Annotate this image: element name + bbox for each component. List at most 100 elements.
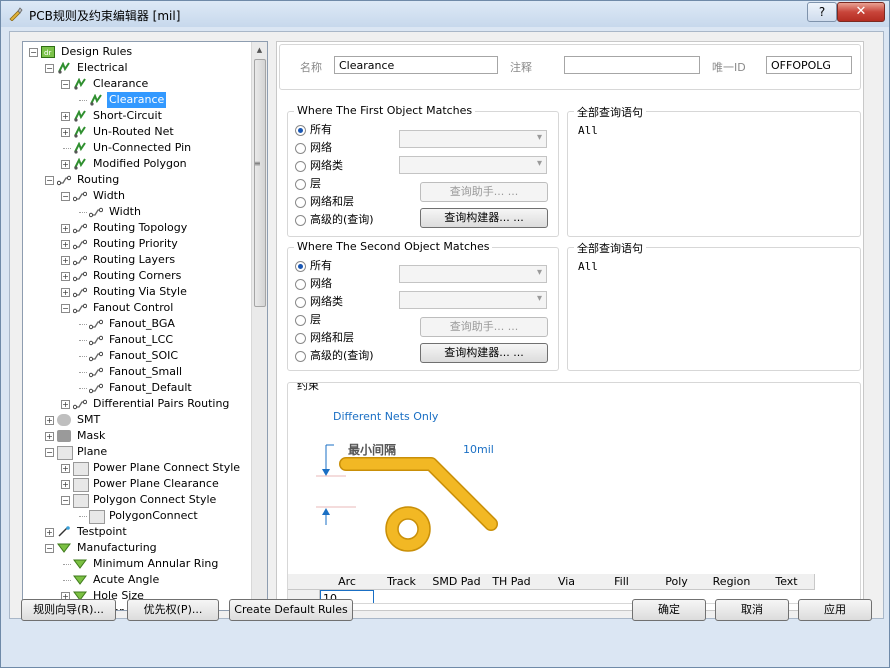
collapse-icon[interactable]: − <box>45 64 54 73</box>
title-bar[interactable]: PCB规则及约束编辑器 [mil] ? ✕ <box>1 1 889 27</box>
tree-node-label: Width <box>93 189 125 202</box>
first-query-builder-button[interactable]: 查询构建器... ... <box>420 208 548 228</box>
expand-icon[interactable]: + <box>45 416 54 425</box>
radio-dot-icon <box>295 125 306 136</box>
expand-icon[interactable]: + <box>61 160 70 169</box>
fanout-control-icon <box>72 302 88 314</box>
routing-via-style-icon <box>72 286 88 298</box>
testpoint-icon <box>57 526 71 538</box>
tree-node-label: Fanout_LCC <box>109 333 174 346</box>
rules-tree-items: − dr Design Rules − Electrical − Clearance Clea… <box>23 42 251 610</box>
create-default-rules-button[interactable]: Create Default Rules <box>229 599 353 621</box>
svg-text:dr: dr <box>44 49 51 57</box>
close-button[interactable]: ✕ <box>837 2 885 22</box>
routing-corners-icon <box>72 270 88 282</box>
tree-scrollbar[interactable]: ▲ ≡ ▼ <box>251 42 267 610</box>
collapse-icon[interactable]: − <box>61 304 70 313</box>
app-icon <box>9 7 23 21</box>
unrouted-net-icon <box>73 125 87 138</box>
ok-button[interactable]: 确定 <box>632 599 706 621</box>
apply-button[interactable]: 应用 <box>798 599 872 621</box>
tree-connector <box>79 340 87 341</box>
tree-node-label: Power Plane Clearance <box>93 477 219 490</box>
collapse-icon[interactable]: − <box>61 496 70 505</box>
second-query-group: 全部查询语句 All <box>567 240 861 371</box>
tree-node-label: Width <box>109 205 141 218</box>
first-query-helper-button: 查询助手... ... <box>420 182 548 202</box>
rule-wizard-button[interactable]: 规则向导(R)... <box>21 599 116 621</box>
unique-id-label: 唯一ID <box>712 61 746 74</box>
radio-dot-icon <box>295 351 306 362</box>
tree-node-label: Un-Routed Net <box>93 125 174 138</box>
help-button[interactable]: ? <box>807 2 837 22</box>
radio-label: 高级的(查询) <box>310 213 374 226</box>
expand-icon[interactable]: + <box>61 288 70 297</box>
expand-icon[interactable]: + <box>61 480 70 489</box>
second-query-builder-button[interactable]: 查询构建器... ... <box>420 343 548 363</box>
tree-connector <box>79 372 87 373</box>
scroll-up-arrow-icon[interactable]: ▲ <box>252 42 267 58</box>
collapse-icon[interactable]: − <box>29 48 38 57</box>
expand-icon[interactable]: + <box>61 240 70 249</box>
smt-icon <box>57 414 71 426</box>
tree-node-label: Short-Circuit <box>93 109 162 122</box>
radio-dot-icon <box>295 215 306 226</box>
radio-label: 网络类 <box>310 159 343 172</box>
tree-node-label: Clearance <box>93 77 149 90</box>
tree-node-label: Power Plane Connect Style <box>93 461 241 474</box>
collapse-icon[interactable]: − <box>45 448 54 457</box>
plane-rule-icon <box>73 478 89 492</box>
radio-dot-icon <box>295 143 306 154</box>
manufacturing-rule-icon <box>73 574 87 586</box>
rules-tree[interactable]: − dr Design Rules − Electrical − Clearance Clea… <box>22 41 268 611</box>
first-object-group: Where The First Object Matches 所有 网络 网络类层网… <box>287 104 559 237</box>
collapse-icon[interactable]: − <box>45 176 54 185</box>
tree-connector <box>79 356 87 357</box>
grid-header-via: Via <box>539 574 595 590</box>
radio-dot-icon <box>295 297 306 308</box>
expand-icon[interactable]: + <box>61 224 70 233</box>
expand-icon[interactable]: + <box>45 528 54 537</box>
tree-node-label: Differential Pairs Routing <box>93 397 230 410</box>
expand-icon[interactable]: + <box>61 128 70 137</box>
expand-icon[interactable]: + <box>61 400 70 409</box>
collapse-icon[interactable]: − <box>61 80 70 89</box>
comment-input[interactable] <box>564 56 700 74</box>
cancel-button[interactable]: 取消 <box>715 599 789 621</box>
radio-dot-icon <box>295 161 306 172</box>
tree-connector <box>79 388 87 389</box>
diff-pairs-icon <box>72 398 88 410</box>
grid-header-smd-pad: SMD Pad <box>429 574 485 590</box>
tree-connector <box>79 100 87 101</box>
first-query-group: 全部查询语句 All <box>567 104 861 237</box>
expand-icon[interactable]: + <box>61 112 70 121</box>
tree-node-label: Routing Corners <box>93 269 182 282</box>
collapse-icon[interactable]: − <box>45 544 54 553</box>
short-circuit-icon <box>73 109 87 122</box>
fanout-rule-icon <box>88 382 104 394</box>
radio-label: 网络 <box>310 141 332 154</box>
expand-icon[interactable]: + <box>61 464 70 473</box>
tree-node-label: SMT <box>77 413 101 426</box>
scroll-thumb[interactable] <box>254 59 266 307</box>
radio-label: 层 <box>310 313 321 326</box>
priorities-button[interactable]: 优先权(P)... <box>127 599 219 621</box>
tree-node-label: Design Rules <box>61 45 133 58</box>
radio-label: 网络和层 <box>310 195 354 208</box>
first-net-dropdown <box>399 130 547 148</box>
plane-icon <box>57 446 73 460</box>
collapse-icon[interactable]: − <box>61 192 70 201</box>
net-scope-dropdown[interactable]: Different Nets Only <box>333 410 438 423</box>
tree-node-label: Routing Topology <box>93 221 188 234</box>
tree-node-label: Fanout_Default <box>109 381 192 394</box>
clearance-diagram-icon <box>316 444 498 552</box>
name-input[interactable]: Clearance <box>334 56 498 74</box>
grid-header-th-pad: TH Pad <box>484 574 540 590</box>
radio-dot-icon <box>295 315 306 326</box>
tree-connector <box>79 212 87 213</box>
expand-icon[interactable]: + <box>61 256 70 265</box>
unique-id-input[interactable]: OFFOPOLG <box>766 56 852 74</box>
expand-icon[interactable]: + <box>61 272 70 281</box>
expand-icon[interactable]: + <box>45 432 54 441</box>
radio-label: 所有 <box>310 259 332 272</box>
